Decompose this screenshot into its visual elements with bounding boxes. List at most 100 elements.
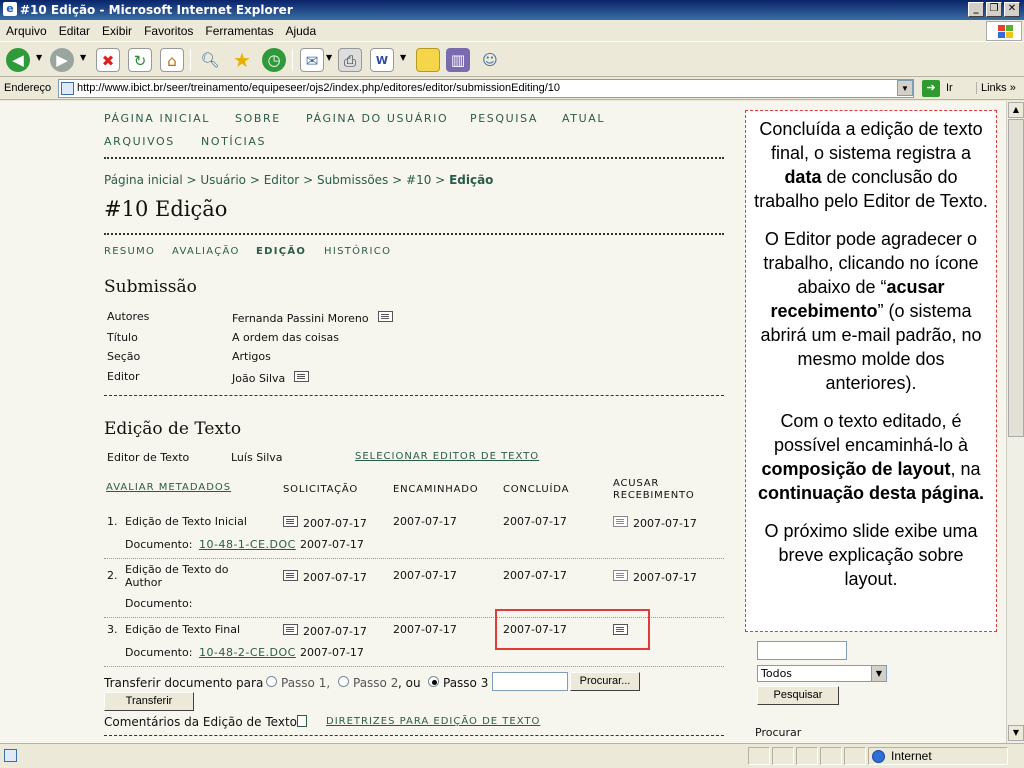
step1-completed: 2007-07-17 <box>503 515 567 528</box>
step2-num: 2. <box>107 569 118 582</box>
nav-noticias[interactable]: NOTÍCIAS <box>201 135 266 148</box>
radio-step2[interactable] <box>338 676 349 687</box>
browser-window: e #10 Edição - Microsoft Internet Explor… <box>0 0 1024 768</box>
nav-sobre[interactable]: SOBRE <box>235 112 281 125</box>
col-requested: SOLICITAÇÃO <box>283 484 358 495</box>
browse-button[interactable]: Procurar... <box>570 672 640 691</box>
submission-divider <box>104 395 724 396</box>
highlight-box <box>495 609 650 650</box>
address-bar: Endereço http://www.ibict.br/seer/treina… <box>0 78 1024 100</box>
scroll-up-icon[interactable]: ▲ <box>1008 102 1024 118</box>
step2-ack-email-icon[interactable] <box>613 570 628 581</box>
email-author-icon[interactable] <box>378 311 393 322</box>
annotation-p2: O Editor pode agradecer o trabalho, clic… <box>760 229 982 393</box>
close-button[interactable]: ✕ <box>1004 2 1020 17</box>
favorites-icon[interactable]: ★ <box>230 48 254 72</box>
email-editor-icon[interactable] <box>294 371 309 382</box>
step1-num: 1. <box>107 515 118 528</box>
toolbar: ◀ ▼ ▶ ▼ ✖ ↻ ⌂ 🔍︎ ★ ◷ ✉ ▼ ⎙ W ▼ ▥ ☺ <box>0 43 1024 77</box>
step1-doc-link[interactable]: 10-48-1-CE.DOC <box>199 538 296 551</box>
links-button[interactable]: Links » <box>976 82 1016 94</box>
nav-pesquisa[interactable]: PESQUISA <box>470 112 538 125</box>
address-input[interactable]: http://www.ibict.br/seer/treinamento/equ… <box>58 79 914 98</box>
breadcrumb-submissions[interactable]: Submissões <box>317 173 388 187</box>
menu-ferramentas[interactable]: Ferramentas <box>199 20 279 42</box>
scroll-thumb[interactable] <box>1008 119 1024 437</box>
messenger-icon[interactable]: ☺ <box>478 48 502 72</box>
menu-arquivo[interactable]: Arquivo <box>0 20 53 42</box>
breadcrumb-home[interactable]: Página inicial <box>104 173 183 187</box>
maximize-button[interactable]: ❐ <box>986 2 1002 17</box>
edit-dropdown-icon[interactable]: ▼ <box>400 53 406 62</box>
step2-forwarded: 2007-07-17 <box>393 569 457 582</box>
menu-ajuda[interactable]: Ajuda <box>279 20 322 42</box>
status-zone: Internet <box>868 747 1008 765</box>
step3-requested: 2007-07-17 <box>303 625 367 638</box>
step1-ack-email-icon[interactable] <box>613 516 628 527</box>
breadcrumb-editor[interactable]: Editor <box>264 173 300 187</box>
research-icon[interactable]: ▥ <box>446 48 470 72</box>
address-dropdown-icon[interactable]: ▼ <box>897 80 913 96</box>
step2-requested: 2007-07-17 <box>303 571 367 584</box>
breadcrumb: Página inicial > Usuário > Editor > Subm… <box>104 173 494 187</box>
edit-word-icon[interactable]: W <box>370 48 394 72</box>
search-icon[interactable]: 🔍︎ <box>198 48 222 72</box>
menu-exibir[interactable]: Exibir <box>96 20 138 42</box>
transfer-or: , ou <box>398 676 421 690</box>
file-input[interactable] <box>492 672 568 691</box>
back-dropdown-icon[interactable]: ▼ <box>36 53 42 62</box>
step1-request-email-icon[interactable] <box>283 516 298 527</box>
forward-dropdown-icon[interactable]: ▼ <box>80 53 86 62</box>
section-label: Seção <box>107 350 141 363</box>
go-arrow-icon[interactable]: ➜ <box>922 80 940 97</box>
forward-icon[interactable]: ▶ <box>50 48 74 72</box>
title-value: A ordem das coisas <box>232 331 340 344</box>
step3-request-email-icon[interactable] <box>283 624 298 635</box>
radio-step3[interactable] <box>428 676 439 687</box>
nav-arquivos[interactable]: ARQUIVOS <box>104 135 175 148</box>
stop-icon[interactable]: ✖ <box>96 48 120 72</box>
discuss-icon[interactable] <box>416 48 440 72</box>
tab-avaliacao[interactable]: AVALIAÇÃO <box>172 246 240 257</box>
submission-heading: Submissão <box>104 277 197 297</box>
menu-editar[interactable]: Editar <box>53 20 96 42</box>
radio-step3-label: Passo 3 <box>443 676 489 690</box>
vertical-scrollbar[interactable]: ▲ ▼ <box>1006 101 1024 743</box>
sidebar-search-button[interactable]: Pesquisar <box>757 686 839 705</box>
guidelines-link[interactable]: DIRETRIZES PARA EDIÇÃO DE TEXTO <box>326 716 540 727</box>
review-metadata-link[interactable]: AVALIAR METADADOS <box>106 482 231 493</box>
annotation-callout: Concluída a edição de texto final, o sis… <box>745 110 997 632</box>
print-icon[interactable]: ⎙ <box>338 48 362 72</box>
scroll-down-icon[interactable]: ▼ <box>1008 725 1024 741</box>
annotation-p1: Concluída a edição de texto final, o sis… <box>754 119 988 211</box>
nav-atual[interactable]: ATUAL <box>562 112 605 125</box>
transfer-button[interactable]: Transferir <box>104 692 194 711</box>
radio-step1[interactable] <box>266 676 277 687</box>
step3-doc-link[interactable]: 10-48-2-CE.DOC <box>199 646 296 659</box>
breadcrumb-user[interactable]: Usuário <box>200 173 246 187</box>
menu-favoritos[interactable]: Favoritos <box>138 20 199 42</box>
sidebar-search-select[interactable]: Todos ▼ <box>757 665 887 682</box>
select-copyeditor-link[interactable]: SELECIONAR EDITOR DE TEXTO <box>355 451 539 462</box>
home-icon[interactable]: ⌂ <box>160 48 184 72</box>
step2-request-email-icon[interactable] <box>283 570 298 581</box>
breadcrumb-submission[interactable]: #10 <box>406 173 431 187</box>
menu-bar: Arquivo Editar Exibir Favoritos Ferramentas A… <box>0 20 1024 42</box>
history-icon[interactable]: ◷ <box>262 48 286 72</box>
comments-icon[interactable] <box>297 715 307 727</box>
tab-resumo[interactable]: RESUMO <box>104 246 155 257</box>
status-page-icon <box>4 749 17 762</box>
nav-pagina-usuario[interactable]: PÁGINA DO USUÁRIO <box>306 112 448 125</box>
page-viewport: PÁGINA INICIAL SOBRE PÁGINA DO USUÁRIO P… <box>0 101 1006 743</box>
mail-dropdown-icon[interactable]: ▼ <box>326 53 332 62</box>
step1-doc-date: 2007-07-17 <box>300 538 364 551</box>
back-icon[interactable]: ◀ <box>6 48 30 72</box>
minimize-button[interactable]: _ <box>968 2 984 17</box>
go-button[interactable]: Ir <box>946 82 953 94</box>
tab-historico[interactable]: HISTÓRICO <box>324 246 391 257</box>
mail-icon[interactable]: ✉ <box>300 48 324 72</box>
tab-edicao[interactable]: EDIÇÃO <box>256 246 306 257</box>
nav-pagina-inicial[interactable]: PÁGINA INICIAL <box>104 112 210 125</box>
sidebar-search-input[interactable] <box>757 641 847 660</box>
refresh-icon[interactable]: ↻ <box>128 48 152 72</box>
